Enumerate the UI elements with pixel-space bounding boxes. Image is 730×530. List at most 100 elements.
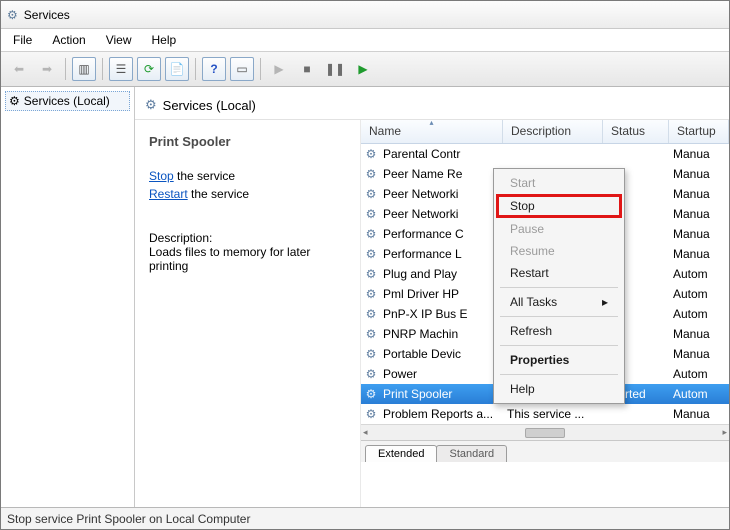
properties-button[interactable]: ☰ xyxy=(109,57,133,81)
pause-service-button[interactable]: ❚❚ xyxy=(323,57,347,81)
col-description[interactable]: Description xyxy=(503,120,603,143)
title-bar: ⚙ Services xyxy=(1,1,729,29)
start-service-button[interactable]: ▶ xyxy=(267,57,291,81)
context-menu: Start Stop Pause Resume Restart All Task… xyxy=(493,168,625,404)
cell-startup: Manua xyxy=(669,247,729,261)
gear-icon: ⚙ xyxy=(363,387,379,401)
restart-suffix: the service xyxy=(188,187,249,201)
cell-startup: Manua xyxy=(669,327,729,341)
cell-startup: Manua xyxy=(669,407,729,421)
menu-help[interactable]: Help xyxy=(144,31,185,49)
table-row[interactable]: ⚙Parental ContrManua xyxy=(361,144,729,164)
gear-icon: ⚙ xyxy=(363,267,379,281)
pane-title: Services (Local) xyxy=(163,98,256,113)
tab-standard[interactable]: Standard xyxy=(436,445,507,462)
show-hide-tree-button[interactable]: ▥ xyxy=(72,57,96,81)
refresh-button[interactable]: ⟳ xyxy=(137,57,161,81)
cell-startup: Manua xyxy=(669,147,729,161)
stop-service-line: Stop the service xyxy=(149,167,350,185)
ctx-separator xyxy=(500,316,618,317)
gear-icon: ⚙ xyxy=(9,94,20,108)
menu-view[interactable]: View xyxy=(98,31,140,49)
scroll-thumb[interactable] xyxy=(525,428,565,438)
restart-service-line: Restart the service xyxy=(149,185,350,203)
ctx-start: Start xyxy=(496,172,622,194)
col-startup[interactable]: Startup xyxy=(669,120,729,143)
horizontal-scrollbar[interactable]: ◂ ▸ xyxy=(361,424,729,440)
stop-suffix: the service xyxy=(174,169,235,183)
forward-button[interactable]: ➡ xyxy=(35,57,59,81)
scroll-left-icon[interactable]: ◂ xyxy=(363,427,368,438)
gear-icon: ⚙ xyxy=(145,97,157,113)
gear-icon: ⚙ xyxy=(363,187,379,201)
submenu-arrow-icon: ▸ xyxy=(602,295,608,309)
toolbar-separator xyxy=(195,58,196,80)
ctx-separator xyxy=(500,374,618,375)
restart-service-link[interactable]: Restart xyxy=(149,187,188,201)
table-row[interactable]: ⚙Problem Reports a...This service ... Man… xyxy=(361,404,729,424)
gear-icon: ⚙ xyxy=(363,407,379,421)
description-label: Description: xyxy=(149,231,350,245)
menu-file[interactable]: File xyxy=(5,31,40,49)
cell-name: Power xyxy=(379,367,503,381)
gear-icon: ⚙ xyxy=(363,367,379,381)
col-name[interactable]: Name xyxy=(361,120,503,143)
restart-service-button[interactable]: ▶ xyxy=(351,57,375,81)
ctx-all-tasks-label: All Tasks xyxy=(510,295,557,309)
description-text: Loads files to memory for later printing xyxy=(149,245,350,273)
tab-extended[interactable]: Extended xyxy=(365,445,437,462)
cell-startup: Manua xyxy=(669,347,729,361)
tree-item-services-local[interactable]: ⚙ Services (Local) xyxy=(5,91,130,111)
selected-service-name: Print Spooler xyxy=(149,134,350,149)
cell-name: Peer Networki xyxy=(379,207,503,221)
ctx-stop[interactable]: Stop xyxy=(496,194,622,218)
detail-panel: Print Spooler Stop the service Restart t… xyxy=(135,120,361,507)
cell-startup: Autom xyxy=(669,287,729,301)
ctx-refresh[interactable]: Refresh xyxy=(496,320,622,342)
main-body: ⚙ Services (Local) ⚙ Services (Local) Pr… xyxy=(1,87,729,507)
ctx-resume: Resume xyxy=(496,240,622,262)
cell-name: Problem Reports a... xyxy=(379,407,503,421)
cell-name: Pml Driver HP xyxy=(379,287,503,301)
app-icon: ⚙ xyxy=(7,8,18,22)
cell-startup: Manua xyxy=(669,227,729,241)
menu-action[interactable]: Action xyxy=(44,31,93,49)
ctx-all-tasks[interactable]: All Tasks ▸ xyxy=(496,291,622,313)
view-tabs: Extended Standard xyxy=(361,440,729,462)
toolbar-separator xyxy=(65,58,66,80)
cell-startup: Manua xyxy=(669,167,729,181)
window-title: Services xyxy=(24,8,70,22)
cell-description: This service ... xyxy=(503,407,603,421)
cell-startup: Manua xyxy=(669,187,729,201)
cell-name: Parental Contr xyxy=(379,147,503,161)
col-status[interactable]: Status xyxy=(603,120,669,143)
stop-service-button[interactable]: ■ xyxy=(295,57,319,81)
cell-name: Performance L xyxy=(379,247,503,261)
status-text: Stop service Print Spooler on Local Comp… xyxy=(7,512,250,526)
gear-icon: ⚙ xyxy=(363,327,379,341)
tree-item-label: Services (Local) xyxy=(24,94,110,108)
back-button[interactable]: ⬅ xyxy=(7,57,31,81)
menu-bar: File Action View Help xyxy=(1,29,729,51)
cell-name: Portable Devic xyxy=(379,347,503,361)
cell-name: Print Spooler xyxy=(379,387,503,401)
cell-name: Plug and Play xyxy=(379,267,503,281)
cell-name: PNRP Machin xyxy=(379,327,503,341)
tree-pane: ⚙ Services (Local) xyxy=(1,87,135,507)
ctx-restart[interactable]: Restart xyxy=(496,262,622,284)
gear-icon: ⚙ xyxy=(363,347,379,361)
ctx-help[interactable]: Help xyxy=(496,378,622,400)
stop-service-link[interactable]: Stop xyxy=(149,169,174,183)
status-bar: Stop service Print Spooler on Local Comp… xyxy=(1,507,729,529)
export-list-button[interactable]: 📄 xyxy=(165,57,189,81)
ctx-properties[interactable]: Properties xyxy=(496,349,622,371)
toolbar-separator xyxy=(102,58,103,80)
pane-header: ⚙ Services (Local) xyxy=(135,87,729,120)
ctx-pause: Pause xyxy=(496,218,622,240)
pane-button[interactable]: ▭ xyxy=(230,57,254,81)
cell-startup: Autom xyxy=(669,367,729,381)
scroll-right-icon[interactable]: ▸ xyxy=(722,427,727,438)
gear-icon: ⚙ xyxy=(363,227,379,241)
cell-name: Peer Networki xyxy=(379,187,503,201)
help-button[interactable]: ? xyxy=(202,57,226,81)
